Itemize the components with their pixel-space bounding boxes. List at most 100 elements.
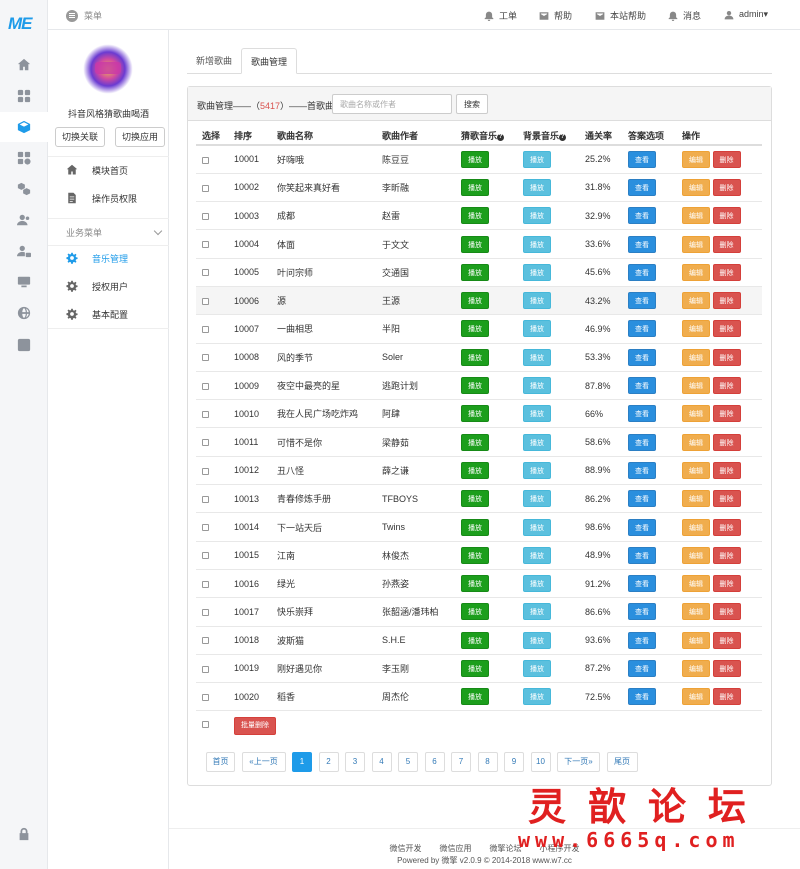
play-bg-button[interactable]: 播放 (523, 178, 551, 196)
play-bg-button[interactable]: 播放 (523, 518, 551, 536)
footer-link[interactable]: 微信开发 (390, 844, 422, 853)
page-button[interactable]: 3 (345, 752, 365, 772)
row-checkbox[interactable] (202, 637, 209, 645)
play-guess-button[interactable]: 播放 (461, 178, 489, 196)
page-button[interactable]: 7 (451, 752, 471, 772)
switch-link-button[interactable]: 切换关联 (55, 127, 106, 147)
delete-button[interactable]: 删除 (712, 377, 741, 395)
view-answer-button[interactable]: 查看 (628, 631, 656, 649)
row-checkbox[interactable] (202, 552, 209, 560)
play-guess-button[interactable]: 播放 (461, 659, 489, 677)
edit-button[interactable]: 编辑 (682, 292, 710, 310)
delete-button[interactable]: 删除 (712, 461, 741, 479)
play-bg-button[interactable]: 播放 (523, 688, 551, 706)
edit-button[interactable]: 编辑 (682, 688, 710, 706)
row-checkbox[interactable] (202, 524, 209, 532)
play-bg-button[interactable]: 播放 (523, 575, 551, 593)
edit-button[interactable]: 编辑 (682, 377, 710, 395)
sidebar-item-module-home[interactable]: 模块首页 (48, 156, 169, 184)
page-button[interactable]: 2 (318, 752, 339, 772)
rail-active-item[interactable] (0, 112, 48, 142)
play-guess-button[interactable]: 播放 (461, 348, 489, 366)
delete-button[interactable]: 删除 (712, 546, 741, 564)
view-answer-button[interactable]: 查看 (628, 518, 656, 536)
top-item-ticket[interactable]: 工单 (484, 9, 517, 22)
row-checkbox[interactable] (202, 693, 209, 701)
play-guess-button[interactable]: 播放 (461, 207, 489, 225)
play-bg-button[interactable]: 播放 (523, 292, 551, 310)
edit-button[interactable]: 编辑 (682, 207, 710, 225)
row-checkbox[interactable] (202, 354, 209, 362)
edit-button[interactable]: 编辑 (682, 518, 710, 536)
delete-button[interactable]: 删除 (712, 631, 741, 649)
play-guess-button[interactable]: 播放 (461, 603, 489, 621)
edit-button[interactable]: 编辑 (682, 405, 710, 423)
play-guess-button[interactable]: 播放 (461, 405, 489, 423)
edit-button[interactable]: 编辑 (682, 433, 710, 451)
view-answer-button[interactable]: 查看 (628, 490, 656, 508)
brand-logo[interactable]: ME (8, 14, 32, 34)
globe-icon[interactable] (16, 305, 32, 321)
view-answer-button[interactable]: 查看 (628, 235, 656, 253)
sidebar-item-operator-permission[interactable]: 操作员权限 (48, 184, 169, 212)
view-answer-button[interactable]: 查看 (628, 433, 656, 451)
top-item-help[interactable]: 帮助 (539, 9, 572, 22)
play-bg-button[interactable]: 播放 (523, 405, 551, 423)
row-checkbox[interactable] (202, 495, 209, 503)
view-answer-button[interactable]: 查看 (628, 377, 656, 395)
view-answer-button[interactable]: 查看 (628, 575, 656, 593)
top-item-user[interactable]: admin▾ (724, 9, 768, 20)
edit-button[interactable]: 编辑 (682, 178, 710, 196)
delete-button[interactable]: 删除 (712, 320, 741, 338)
row-checkbox[interactable] (202, 467, 209, 475)
page-button[interactable]: 4 (371, 752, 392, 772)
user-lock-icon[interactable] (16, 243, 32, 259)
play-bg-button[interactable]: 播放 (523, 631, 551, 649)
play-guess-button[interactable]: 播放 (461, 518, 489, 536)
sidebar-item-basic-config[interactable]: 基本配置 (48, 300, 169, 328)
box-icon[interactable] (16, 119, 32, 135)
delete-button[interactable]: 删除 (712, 207, 741, 225)
play-guess-button[interactable]: 播放 (461, 490, 489, 508)
cubes-icon[interactable] (16, 181, 32, 197)
help-icon[interactable]: ? (497, 133, 505, 141)
view-answer-button[interactable]: 查看 (628, 461, 656, 479)
view-answer-button[interactable]: 查看 (628, 688, 656, 706)
row-checkbox[interactable] (202, 439, 209, 447)
view-answer-button[interactable]: 查看 (628, 263, 656, 281)
play-bg-button[interactable]: 播放 (523, 461, 551, 479)
page-button[interactable]: 1 (292, 752, 312, 772)
play-bg-button[interactable]: 播放 (523, 207, 551, 225)
row-checkbox[interactable] (202, 410, 209, 418)
edit-button[interactable]: 编辑 (682, 546, 710, 564)
help-icon[interactable]: ? (559, 133, 567, 141)
view-answer-button[interactable]: 查看 (628, 348, 656, 366)
row-checkbox[interactable] (202, 269, 209, 277)
delete-button[interactable]: 删除 (712, 292, 741, 310)
delete-button[interactable]: 删除 (712, 178, 741, 196)
view-answer-button[interactable]: 查看 (628, 292, 656, 310)
row-checkbox[interactable] (202, 382, 209, 390)
play-guess-button[interactable]: 播放 (461, 320, 489, 338)
play-guess-button[interactable]: 播放 (461, 263, 489, 281)
delete-button[interactable]: 删除 (712, 433, 741, 451)
play-bg-button[interactable]: 播放 (523, 377, 551, 395)
play-guess-button[interactable]: 播放 (461, 546, 489, 564)
play-bg-button[interactable]: 播放 (523, 235, 551, 253)
search-input[interactable] (332, 94, 452, 114)
play-guess-button[interactable]: 播放 (461, 688, 489, 706)
view-answer-button[interactable]: 查看 (628, 207, 656, 225)
page-button[interactable]: 6 (424, 752, 445, 772)
menu-toggle[interactable]: 菜单 (66, 9, 102, 22)
row-checkbox[interactable] (202, 156, 209, 164)
view-answer-button[interactable]: 查看 (628, 178, 656, 196)
play-guess-button[interactable]: 播放 (461, 377, 489, 395)
play-bg-button[interactable]: 播放 (523, 659, 551, 677)
delete-button[interactable]: 删除 (712, 688, 741, 706)
page-button[interactable]: 8 (477, 752, 498, 772)
delete-button[interactable]: 删除 (712, 235, 741, 253)
edit-button[interactable]: 编辑 (682, 320, 710, 338)
play-guess-button[interactable]: 播放 (461, 235, 489, 253)
delete-button[interactable]: 删除 (712, 490, 741, 508)
footer-link[interactable]: 微擎论坛 (490, 844, 522, 853)
